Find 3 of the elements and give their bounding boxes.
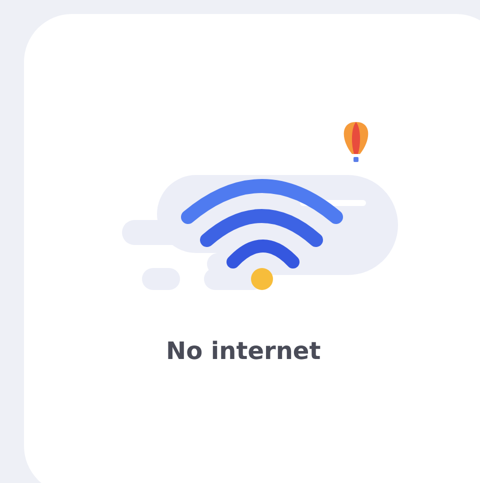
- no-internet-message: No internet: [166, 337, 321, 365]
- wifi-icon: [181, 179, 343, 290]
- hot-air-balloon-icon: [344, 122, 368, 162]
